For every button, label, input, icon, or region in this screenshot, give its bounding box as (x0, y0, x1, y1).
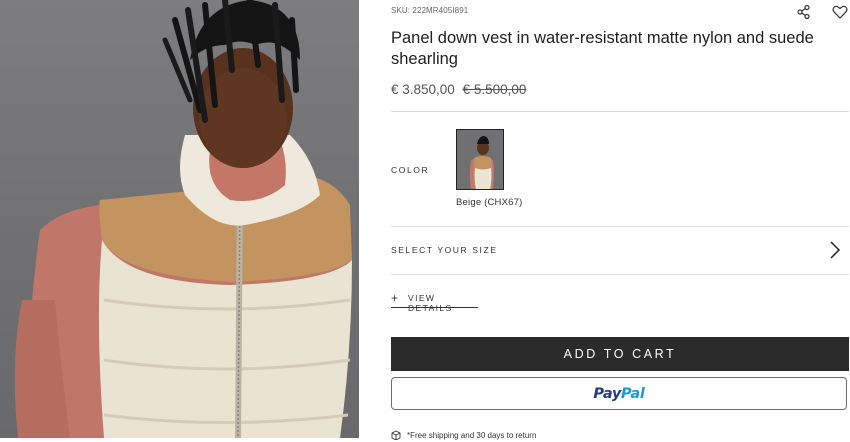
divider (391, 226, 849, 227)
price-current: € 3.850,00 (391, 82, 455, 97)
model-illustration (14, 0, 352, 438)
price-original: € 5.500,00 (462, 82, 527, 97)
color-swatch[interactable] (456, 129, 504, 190)
product-sku: SKU: 222MR405I891 (391, 6, 469, 15)
select-size-row[interactable]: SELECT YOUR SIZE (391, 232, 849, 268)
select-size-label: SELECT YOUR SIZE (391, 245, 498, 255)
color-label: COLOR (391, 165, 430, 175)
product-title: Panel down vest in water-resistant matte… (391, 29, 814, 68)
color-name: Beige (CHX67) (456, 197, 523, 208)
shipping-text: *Free shipping and 30 days to return (407, 431, 537, 440)
add-to-cart-button[interactable]: ADD TO CART (391, 337, 849, 371)
box-icon (391, 430, 401, 441)
share-icon[interactable] (796, 4, 812, 20)
plus-icon: + (391, 291, 399, 305)
paypal-button[interactable]: Pay Pal (391, 377, 847, 410)
paypal-logo-pal: Pal (621, 385, 645, 402)
divider (391, 274, 849, 275)
view-details-link[interactable]: + VIEW DETAILS (391, 291, 478, 313)
paypal-logo-pay: Pay (593, 385, 622, 402)
divider (391, 111, 849, 112)
product-details-panel: SKU: 222MR405I891 Panel down vest in wat… (391, 0, 850, 441)
price-block: € 3.850,00 € 5.500,00 (391, 82, 526, 97)
product-image[interactable] (0, 0, 359, 438)
view-details-label: VIEW DETAILS (408, 293, 453, 313)
chevron-right-icon (829, 241, 841, 259)
heart-icon[interactable] (832, 4, 848, 20)
